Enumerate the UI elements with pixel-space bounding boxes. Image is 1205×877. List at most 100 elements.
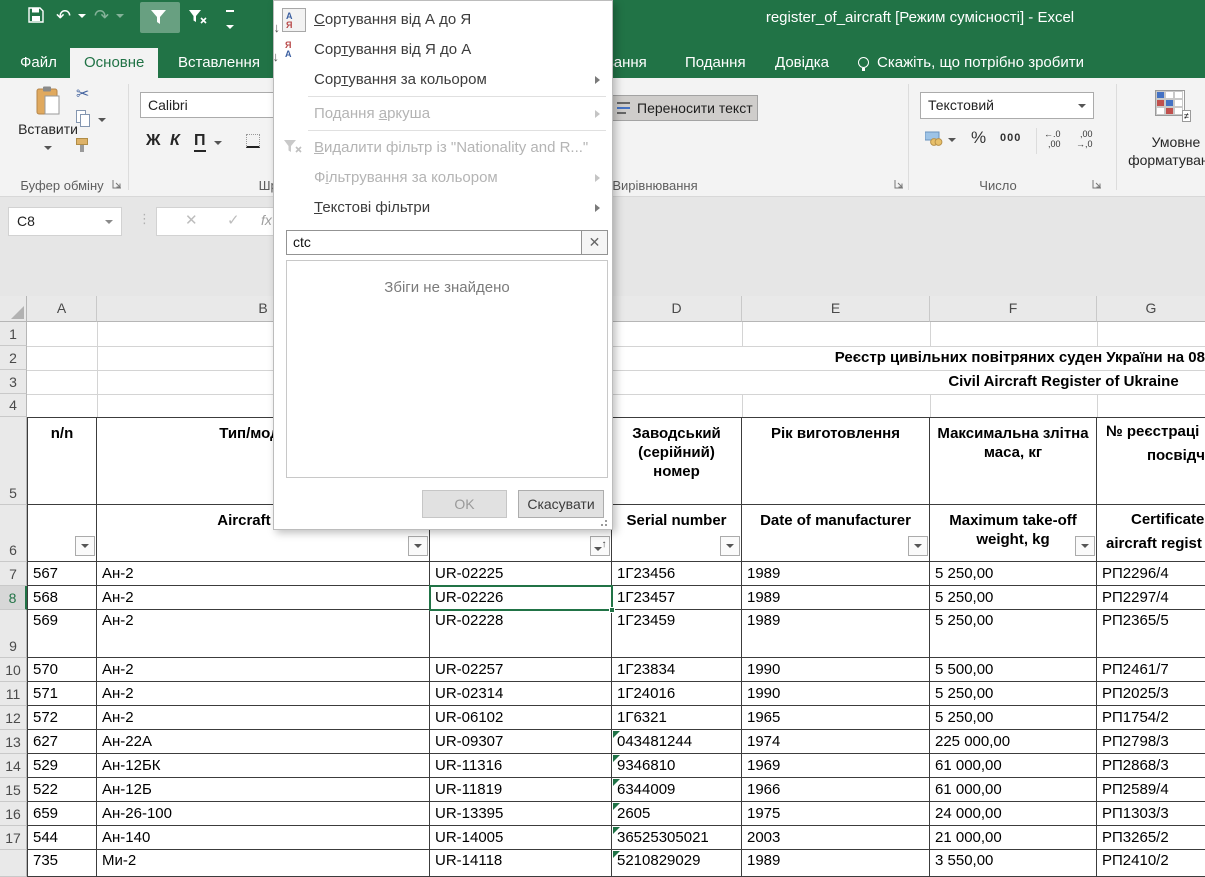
cell-G12[interactable]: РП1754/2 bbox=[1097, 706, 1205, 730]
cell-B9[interactable]: Ан-2 bbox=[97, 610, 430, 658]
number-dialog-launcher[interactable] bbox=[1092, 179, 1102, 189]
enter-entry-icon[interactable]: ✓ bbox=[227, 211, 240, 229]
cancel-entry-icon[interactable]: ✕ bbox=[185, 211, 198, 229]
conditional-formatting-label1[interactable]: Умовне bbox=[1136, 134, 1205, 150]
percent-style-button[interactable]: % bbox=[971, 128, 986, 148]
filter-values-list[interactable]: Збіги не знайдено bbox=[286, 260, 608, 478]
menu-item-sort-by-color[interactable]: Сортування за кольором bbox=[274, 65, 612, 95]
row-header-6[interactable]: 6 bbox=[0, 505, 27, 562]
ok-button[interactable]: OK bbox=[422, 490, 507, 518]
cell-E8[interactable]: 1989 bbox=[742, 586, 930, 610]
cell-C10[interactable]: UR-02257 bbox=[430, 658, 612, 682]
cut-icon[interactable]: ✂ bbox=[76, 84, 89, 104]
tab-file[interactable]: Файл bbox=[6, 48, 71, 78]
cell-B12[interactable]: Ан-2 bbox=[97, 706, 430, 730]
cell-G13[interactable]: РП2798/3 bbox=[1097, 730, 1205, 754]
header-cell-a[interactable]: n/n bbox=[27, 417, 97, 505]
row-header-12[interactable]: 12 bbox=[0, 706, 27, 730]
cell-F15[interactable]: 61 000,00 bbox=[930, 778, 1097, 802]
menu-item-sort-az[interactable]: А Я ↓ Сортування від А до Я bbox=[274, 5, 612, 35]
cell-G15[interactable]: РП2589/4 bbox=[1097, 778, 1205, 802]
bold-button[interactable]: Ж bbox=[146, 132, 160, 150]
undo-icon[interactable]: ↶ bbox=[56, 5, 71, 27]
column-header-E[interactable]: E bbox=[742, 296, 930, 322]
row-header-4[interactable]: 4 bbox=[0, 394, 27, 417]
paste-button[interactable]: Вставити bbox=[18, 86, 78, 155]
number-format-combo[interactable]: Текстовий bbox=[920, 92, 1094, 119]
cell-B14[interactable]: Ан-12БК bbox=[97, 754, 430, 778]
cell-C14[interactable]: UR-11316 bbox=[430, 754, 612, 778]
clear-filter-icon[interactable] bbox=[188, 9, 208, 32]
header-cell-f[interactable]: Maximum take-off weight, kg bbox=[930, 505, 1097, 562]
cell-B11[interactable]: Ан-2 bbox=[97, 682, 430, 706]
cell-F8[interactable]: 5 250,00 bbox=[930, 586, 1097, 610]
cell-C16[interactable]: UR-13395 bbox=[430, 802, 612, 826]
cell-C15[interactable]: UR-11819 bbox=[430, 778, 612, 802]
cell-G9[interactable]: РП2365/5 bbox=[1097, 610, 1205, 658]
cell-D7[interactable]: 1Г23456 bbox=[612, 562, 742, 586]
copy-dropdown-icon[interactable] bbox=[98, 118, 106, 122]
save-icon[interactable] bbox=[28, 7, 44, 30]
redo-dropdown-icon[interactable] bbox=[116, 14, 124, 18]
menu-item-sort-za[interactable]: Я А ↓ Сортування від Я до А bbox=[273, 35, 612, 65]
cell-E11[interactable]: 1990 bbox=[742, 682, 930, 706]
cell-C12[interactable]: UR-06102 bbox=[430, 706, 612, 730]
cell-A7[interactable]: 567 bbox=[27, 562, 97, 586]
cell-D16[interactable]: 2605 bbox=[612, 802, 742, 826]
cell-E12[interactable]: 1965 bbox=[742, 706, 930, 730]
row-header-7[interactable]: 7 bbox=[0, 562, 27, 586]
italic-button[interactable]: К bbox=[170, 132, 180, 150]
redo-icon[interactable]: ↷ bbox=[94, 5, 109, 27]
cell-A16[interactable]: 659 bbox=[27, 802, 97, 826]
underline-button[interactable]: П bbox=[194, 132, 206, 152]
cell-E13[interactable]: 1974 bbox=[742, 730, 930, 754]
header-cell-f[interactable]: Максимальна злітна маса, кг bbox=[930, 417, 1097, 505]
select-all-corner[interactable] bbox=[0, 296, 27, 322]
cell-B15[interactable]: Ан-12Б bbox=[97, 778, 430, 802]
cell-A12[interactable]: 572 bbox=[27, 706, 97, 730]
header-cell-e[interactable]: Рік виготовлення bbox=[742, 417, 930, 505]
filter-button-sorted-icon[interactable]: ↑ bbox=[590, 536, 610, 556]
row-header-11[interactable]: 11 bbox=[0, 682, 27, 706]
cell-A17[interactable]: 544 bbox=[27, 826, 97, 850]
column-header-D[interactable]: D bbox=[612, 296, 742, 322]
cell-C13[interactable]: UR-09307 bbox=[430, 730, 612, 754]
borders-icon[interactable] bbox=[246, 134, 260, 148]
cell-C17[interactable]: UR-14005 bbox=[430, 826, 612, 850]
clear-search-icon[interactable]: ✕ bbox=[582, 230, 608, 255]
cell-C7[interactable]: UR-02225 bbox=[430, 562, 612, 586]
cell-E18[interactable]: 1989 bbox=[742, 850, 930, 877]
cell-B10[interactable]: Ан-2 bbox=[97, 658, 430, 682]
row-header-3[interactable]: 3 bbox=[0, 370, 27, 394]
cell-F11[interactable]: 5 250,00 bbox=[930, 682, 1097, 706]
cell-E9[interactable]: 1989 bbox=[742, 610, 930, 658]
cell-G16[interactable]: РП1303/3 bbox=[1097, 802, 1205, 826]
cell-A15[interactable]: 522 bbox=[27, 778, 97, 802]
comma-style-button[interactable]: 000 bbox=[1000, 132, 1021, 144]
accounting-dropdown-icon[interactable] bbox=[948, 138, 956, 142]
row-header-15[interactable]: 15 bbox=[0, 778, 27, 802]
insert-function-icon[interactable]: fx bbox=[261, 212, 272, 228]
name-box[interactable]: C8 bbox=[8, 207, 122, 236]
menu-item-clear-filter[interactable]: Видалити фільтр із "Nationality and R...… bbox=[274, 133, 612, 163]
cell-B16[interactable]: Ан-26-100 bbox=[97, 802, 430, 826]
cell-B13[interactable]: Ан-22А bbox=[97, 730, 430, 754]
cell-F10[interactable]: 5 500,00 bbox=[930, 658, 1097, 682]
tab-insert[interactable]: Вставлення bbox=[164, 48, 274, 78]
cell-D15[interactable]: 6344009 bbox=[612, 778, 742, 802]
cell-F9[interactable]: 5 250,00 bbox=[930, 610, 1097, 658]
wrap-text-button[interactable]: Переносити текст bbox=[610, 95, 758, 121]
cell-D8[interactable]: 1Г23457 bbox=[612, 586, 742, 610]
cell-C11[interactable]: UR-02314 bbox=[430, 682, 612, 706]
filter-search-input[interactable]: ctc bbox=[286, 230, 582, 255]
cell-F14[interactable]: 61 000,00 bbox=[930, 754, 1097, 778]
cell-G11[interactable]: РП2025/3 bbox=[1097, 682, 1205, 706]
cell-G8[interactable]: РП2297/4 bbox=[1097, 586, 1205, 610]
cell-G10[interactable]: РП2461/7 bbox=[1097, 658, 1205, 682]
filter-button-A[interactable] bbox=[75, 536, 95, 556]
cell-G7[interactable]: РП2296/4 bbox=[1097, 562, 1205, 586]
cell-E17[interactable]: 2003 bbox=[742, 826, 930, 850]
cell-A18[interactable]: 735 bbox=[27, 850, 97, 877]
row-header-5[interactable]: 5 bbox=[0, 417, 27, 505]
menu-item-filter-by-color[interactable]: Фільтрування за кольором bbox=[274, 163, 612, 193]
